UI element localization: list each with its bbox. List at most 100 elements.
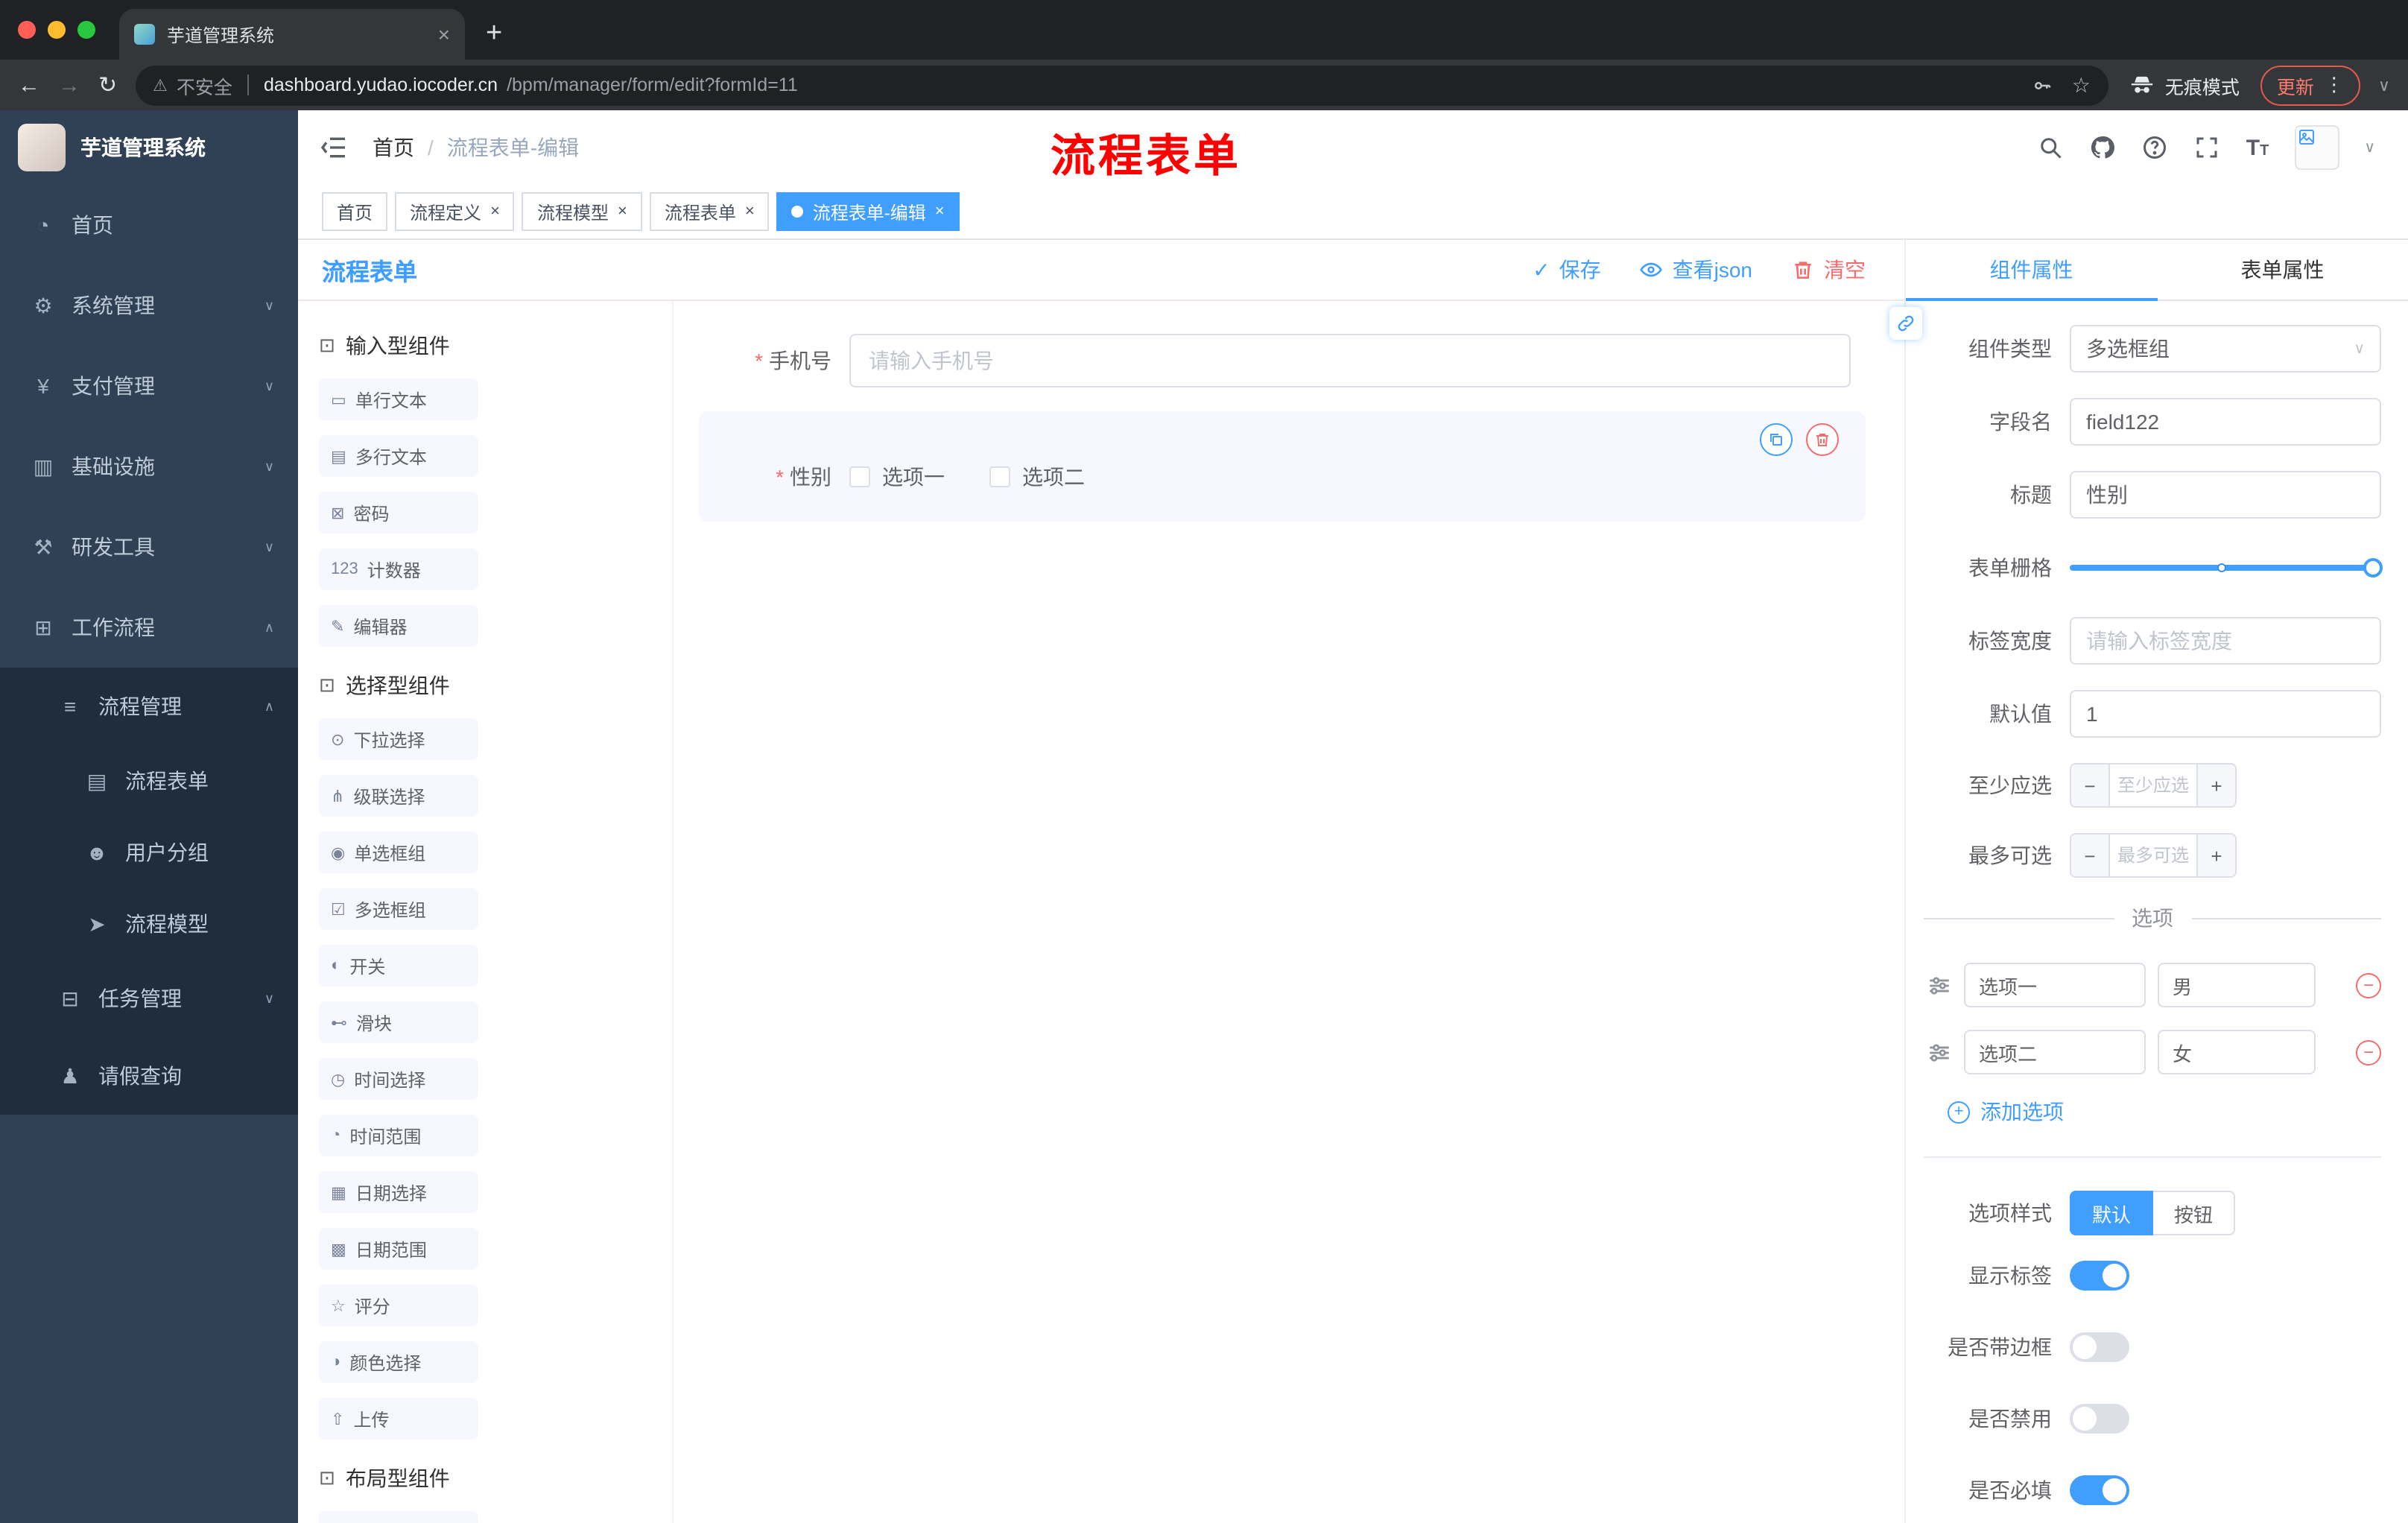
tag-close-icon[interactable]: × — [745, 203, 755, 220]
sidebar-item-home[interactable]: ◔ 首页 — [0, 185, 298, 265]
tag-process-form[interactable]: 流程表单 × — [649, 192, 770, 231]
canvas-field-phone[interactable]: 手机号 — [674, 334, 1904, 387]
decrement-button[interactable]: − — [2071, 764, 2110, 806]
checkbox-option-two[interactable]: 选项二 — [989, 462, 1085, 492]
increment-button[interactable]: + — [2196, 764, 2235, 806]
tag-process-model[interactable]: 流程模型 × — [522, 192, 642, 231]
disabled-toggle[interactable] — [2070, 1404, 2129, 1434]
browser-menu-icon[interactable]: ⋮ — [2325, 73, 2344, 97]
tag-process-definition[interactable]: 流程定义 × — [395, 192, 515, 231]
form-grid-slider[interactable] — [2070, 544, 2383, 592]
decrement-button[interactable]: − — [2071, 835, 2110, 876]
save-button[interactable]: ✓ 保存 — [1533, 255, 1600, 285]
tag-process-form-edit-active[interactable]: 流程表单-编辑 × — [776, 192, 960, 231]
forward-icon[interactable]: → — [58, 74, 80, 96]
view-json-button[interactable]: 查看json — [1640, 255, 1752, 285]
palette-item-date-picker[interactable]: ▦ 日期选择 — [319, 1171, 478, 1213]
palette-item-select[interactable]: ⊙ 下拉选择 — [319, 718, 478, 760]
palette-item-counter[interactable]: 123 计数器 — [319, 548, 478, 590]
sidebar-item-process-model[interactable]: ➤ 流程模型 — [0, 888, 298, 960]
palette-item-checkbox-group[interactable]: ☑ 多选框组 — [319, 888, 478, 930]
form-canvas[interactable]: 手机号 性别 选项一 选项二 — [674, 301, 1904, 1523]
toolbar-overflow-chevron[interactable]: ∨ — [2378, 75, 2390, 95]
palette-item-switch[interactable]: ◐ 开关 — [319, 945, 478, 987]
palette-item-slider[interactable]: ⊷ 滑块 — [319, 1001, 478, 1043]
option-label-input[interactable] — [1964, 963, 2146, 1007]
increment-button[interactable]: + — [2196, 835, 2235, 876]
fullscreen-icon[interactable] — [2194, 134, 2221, 161]
search-icon[interactable] — [2038, 134, 2065, 161]
tab-close-icon[interactable]: × — [438, 22, 450, 46]
min-checked-input[interactable] — [2110, 764, 2196, 806]
help-icon[interactable] — [2142, 134, 2169, 161]
address-bar[interactable]: ⚠ 不安全 dashboard.yudao.iocoder.cn /bpm/ma… — [135, 65, 2108, 105]
remove-option-button[interactable]: − — [2356, 1039, 2381, 1065]
minimize-window-button[interactable] — [48, 21, 66, 39]
option-label-input[interactable] — [1964, 1030, 2146, 1074]
option-drag-icon[interactable] — [1927, 1039, 1952, 1065]
sidebar-item-user-group[interactable]: ☻ 用户分组 — [0, 817, 298, 888]
palette-item-multi-text[interactable]: ▤ 多行文本 — [319, 435, 478, 477]
option-value-input[interactable] — [2158, 1030, 2316, 1074]
zoom-window-button[interactable] — [77, 21, 95, 39]
add-option-button[interactable]: + 添加选项 — [1948, 1097, 2381, 1127]
label-width-input[interactable] — [2070, 617, 2381, 665]
palette-item-radio-group[interactable]: ◉ 单选框组 — [319, 832, 478, 873]
sidebar-item-task-mgmt[interactable]: ⊟ 任务管理 ∨ — [0, 960, 298, 1037]
bookmark-star-icon[interactable]: ☆ — [2072, 72, 2091, 98]
palette-item-upload[interactable]: ⇧ 上传 — [319, 1398, 478, 1440]
password-key-icon[interactable] — [2032, 74, 2054, 96]
avatar[interactable] — [2294, 125, 2339, 170]
option-drag-icon[interactable] — [1927, 972, 1952, 998]
phone-input[interactable] — [849, 334, 1851, 387]
sidebar-item-process-mgmt[interactable]: ≡ 流程管理 ∧ — [0, 668, 298, 745]
copy-field-button[interactable] — [1760, 423, 1793, 456]
palette-item-rate[interactable]: ☆ 评分 — [319, 1285, 478, 1326]
show-label-toggle[interactable] — [2070, 1261, 2129, 1291]
palette-item-editor[interactable]: ✎ 编辑器 — [319, 605, 478, 647]
tag-close-icon[interactable]: × — [935, 203, 945, 220]
palette-item-color-picker[interactable]: ◑ 颜色选择 — [319, 1341, 478, 1383]
breadcrumb-home-link[interactable]: 首页 — [373, 133, 414, 162]
tag-close-icon[interactable]: × — [490, 203, 500, 220]
avatar-caret-icon[interactable]: ∨ — [2364, 139, 2375, 156]
security-label[interactable]: 不安全 — [177, 71, 232, 99]
max-checked-input[interactable] — [2110, 835, 2196, 876]
hamburger-fold-icon[interactable] — [319, 133, 349, 162]
title-input[interactable] — [2070, 471, 2381, 519]
sidebar-item-payment[interactable]: ¥ 支付管理 ∨ — [0, 346, 298, 426]
clear-button[interactable]: 清空 — [1791, 255, 1866, 285]
tag-home[interactable]: 首页 — [322, 192, 388, 231]
palette-item-password[interactable]: ⊠ 密码 — [319, 492, 478, 533]
palette-item-single-text[interactable]: ▭ 单行文本 — [319, 379, 478, 420]
sidebar-item-workflow[interactable]: ⊞ 工作流程 ∧ — [0, 587, 298, 668]
palette-item-cascader[interactable]: ⋔ 级联选择 — [319, 775, 478, 817]
tag-close-icon[interactable]: × — [618, 203, 627, 220]
back-icon[interactable]: ← — [18, 74, 40, 96]
sidebar-item-process-form[interactable]: ▤ 流程表单 — [0, 745, 298, 817]
canvas-field-gender-selected[interactable]: 性别 选项一 选项二 — [699, 411, 1866, 522]
sidebar-item-infrastructure[interactable]: ▥ 基础设施 ∨ — [0, 426, 298, 507]
tab-component-props[interactable]: 组件属性 — [1906, 240, 2157, 301]
delete-field-button[interactable] — [1806, 423, 1839, 456]
reload-icon[interactable]: ↻ — [98, 74, 117, 96]
checkbox-option-one[interactable]: 选项一 — [849, 462, 945, 492]
required-toggle[interactable] — [2070, 1475, 2129, 1505]
browser-update-button[interactable]: 更新 ⋮ — [2260, 65, 2360, 105]
palette-item-time-picker[interactable]: ◷ 时间选择 — [319, 1058, 478, 1100]
remove-option-button[interactable]: − — [2356, 972, 2381, 998]
palette-item-row-container[interactable]: ⊞行容器 — [319, 1511, 478, 1523]
default-value-input[interactable] — [2070, 690, 2381, 738]
sidebar-item-leave-query[interactable]: ♟ 请假查询 — [0, 1037, 298, 1115]
close-window-button[interactable] — [18, 21, 36, 39]
browser-tab[interactable]: 芋道管理系统 × — [119, 9, 465, 60]
palette-item-date-range[interactable]: ▩ 日期范围 — [319, 1228, 478, 1270]
palette-item-time-range[interactable]: ◔ 时间范围 — [319, 1115, 478, 1156]
field-name-input[interactable] — [2070, 398, 2381, 446]
font-size-icon[interactable]: TT — [2246, 135, 2269, 160]
option-style-default[interactable]: 默认 — [2070, 1191, 2154, 1235]
border-toggle[interactable] — [2070, 1332, 2129, 1362]
tab-form-props[interactable]: 表单属性 — [2157, 240, 2408, 300]
component-type-select[interactable]: 多选框组 ∨ — [2070, 325, 2381, 373]
sidebar-item-system[interactable]: ⚙ 系统管理 ∨ — [0, 265, 298, 346]
